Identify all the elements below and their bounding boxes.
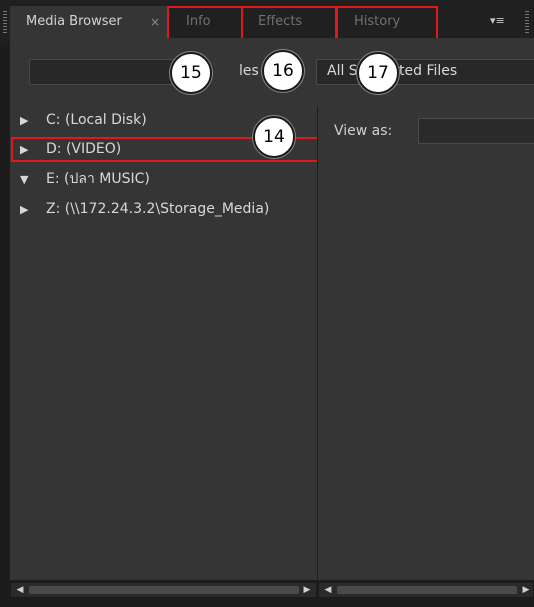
highlight-info-tab	[167, 6, 243, 42]
view-as-label: View as:	[334, 123, 393, 139]
expand-arrow-icon[interactable]: ▶	[20, 110, 46, 132]
collapse-arrow-icon[interactable]: ▼	[20, 169, 46, 191]
tab-media-browser[interactable]: Media Browser ×	[10, 6, 167, 38]
highlight-effects-tab	[241, 6, 337, 42]
callout-badge-14: 14	[253, 116, 295, 158]
drive-tree-pane: ▶ C: (Local Disk) ▶ D: (VIDEO) ▼ E: (ปลา MU…	[10, 106, 317, 580]
callout-badge-17: 17	[357, 52, 399, 94]
scroll-left-icon[interactable]: ◀	[321, 583, 335, 597]
view-files-text-b: ted Files	[399, 63, 458, 79]
scrollbar-track[interactable]	[337, 586, 517, 594]
scrollbar-track[interactable]	[29, 586, 299, 594]
expand-arrow-icon[interactable]: ▶	[20, 199, 46, 221]
files-horizontal-scrollbar[interactable]: ◀ ▶	[318, 582, 534, 598]
highlight-history-tab	[336, 6, 438, 42]
scroll-right-icon[interactable]: ▶	[519, 583, 533, 597]
view-files-text-a: All S	[327, 63, 358, 79]
panel-grip-handle[interactable]	[3, 11, 7, 33]
view-as-selector[interactable]	[418, 118, 534, 144]
scroll-right-icon[interactable]: ▶	[300, 583, 314, 597]
tree-item-z-drive[interactable]: ▶ Z: (\\172.24.3.2\Storage_Media)	[20, 198, 269, 220]
callout-badge-15: 15	[170, 52, 212, 94]
panel-grip-handle-right[interactable]	[525, 11, 529, 33]
close-icon[interactable]: ×	[150, 6, 160, 38]
view-files-dropdown[interactable]: All S ted Files	[316, 59, 534, 85]
tree-item-label: C: (Local Disk)	[46, 112, 147, 128]
tree-horizontal-scrollbar[interactable]: ◀ ▶	[10, 582, 317, 598]
tree-item-e-drive[interactable]: ▼ E: (ปลา MUSIC)	[20, 168, 150, 190]
tree-item-label: E: (ปลา MUSIC)	[46, 171, 150, 187]
file-view-pane: View as:	[317, 106, 534, 580]
tab-media-browser-label: Media Browser	[26, 14, 122, 29]
tree-item-c-drive[interactable]: ▶ C: (Local Disk)	[20, 109, 147, 131]
scroll-left-icon[interactable]: ◀	[13, 583, 27, 597]
tree-item-label: Z: (\\172.24.3.2\Storage_Media)	[46, 201, 270, 217]
panel-menu-icon[interactable]: ▾≡	[490, 14, 505, 27]
callout-badge-16: 16	[262, 50, 304, 92]
